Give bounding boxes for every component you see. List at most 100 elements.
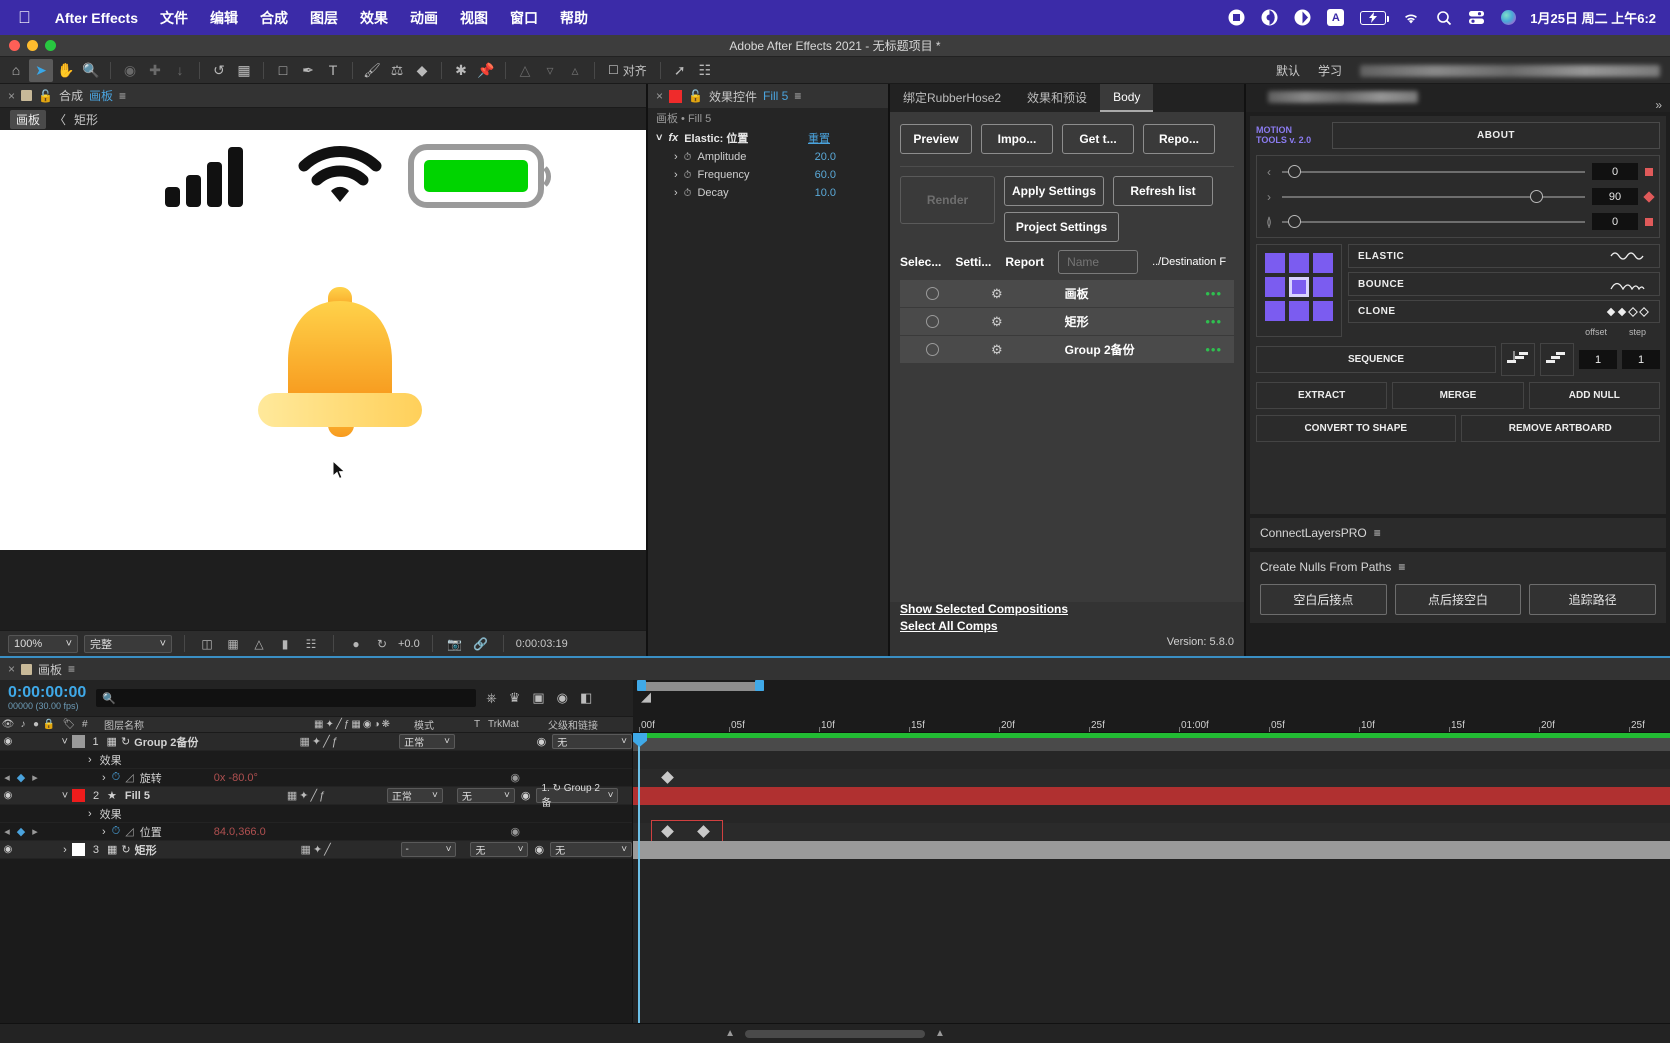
rotate-tool-icon[interactable]: ↺: [207, 59, 231, 82]
anchor-point-tool-icon[interactable]: ▦: [232, 59, 256, 82]
breadcrumb-child[interactable]: 矩形: [74, 111, 98, 128]
layer-switches[interactable]: ▦✦╱ƒ: [300, 735, 400, 748]
property-value[interactable]: 60.0: [815, 169, 888, 181]
layer-row-1[interactable]: ◉ ˅ 1 ▦ ↻ Group 2备份 ▦✦╱ƒ 正常 ˅ ◉ 无 ˅: [0, 733, 632, 751]
column-report[interactable]: Report: [1005, 255, 1044, 269]
import-button[interactable]: Impo...: [981, 124, 1053, 154]
zoom-select[interactable]: 100% ˅: [8, 634, 78, 653]
expand-chevron-icon[interactable]: ˅: [58, 790, 72, 802]
property-value[interactable]: 84.0,366.0: [214, 826, 266, 838]
menu-item-help[interactable]: 帮助: [549, 8, 599, 28]
connect-layers-title-row[interactable]: ConnectLayersPRO ≡: [1260, 526, 1656, 540]
align-toggle[interactable]: ☐ 对齐: [602, 62, 653, 79]
convert-to-shape-button[interactable]: CONVERT TO SHAPE: [1256, 415, 1456, 442]
blend-mode-select[interactable]: 正常 ˅: [399, 734, 455, 749]
clone-button[interactable]: CLONE: [1348, 300, 1660, 323]
align-left-icon[interactable]: ‹: [1263, 165, 1275, 179]
dolly-camera-tool-icon[interactable]: ↓: [168, 59, 192, 82]
list-item[interactable]: ⚙ Group 2备份 •••: [900, 336, 1234, 364]
menu-item-file[interactable]: 文件: [149, 8, 199, 28]
anchor-cell-tc[interactable]: [1289, 253, 1309, 273]
tab-rubberhose[interactable]: 绑定RubberHose2: [890, 83, 1014, 112]
blend-mode-select[interactable]: 正常 ˅: [386, 788, 443, 803]
column-select[interactable]: Selec...: [900, 255, 941, 269]
panel-menu-icon[interactable]: ≡: [1398, 560, 1405, 574]
layer-1-row-bg[interactable]: [633, 738, 1670, 751]
prev-keyframe-icon[interactable]: ◂: [0, 825, 14, 838]
timeline-tab-name[interactable]: 画板: [38, 661, 62, 678]
stopwatch-icon[interactable]: ⏱: [684, 170, 692, 181]
workspace-learn[interactable]: 学习: [1318, 62, 1342, 79]
graph-icon[interactable]: ◿: [120, 771, 133, 784]
reset-exposure-icon[interactable]: ↻: [372, 635, 392, 653]
layer-switches[interactable]: ▦✦╱: [301, 843, 401, 856]
layer-label-color[interactable]: [72, 789, 85, 802]
slider-knob[interactable]: [1288, 164, 1302, 178]
mask-c-icon[interactable]: ▵: [563, 59, 587, 82]
next-keyframe-icon[interactable]: ▸: [28, 771, 42, 784]
orbit-tool-icon[interactable]: ◉: [118, 59, 142, 82]
puppet-pin-icon[interactable]: 📌: [474, 59, 498, 82]
grid-guides-icon[interactable]: ☷: [693, 59, 717, 82]
exposure-value[interactable]: +0.0: [398, 638, 420, 650]
menu-item-animation[interactable]: 动画: [399, 8, 449, 28]
row-menu-icon[interactable]: •••: [1205, 342, 1222, 357]
frame-blending-icon[interactable]: ▣: [532, 690, 544, 706]
shape-tool-icon[interactable]: □: [271, 59, 295, 82]
get-template-button[interactable]: Get t...: [1062, 124, 1134, 154]
offset-value[interactable]: 1: [1579, 350, 1617, 369]
trkmat-select[interactable]: 无 ˅: [456, 788, 515, 803]
anchor-cell-tl[interactable]: [1265, 253, 1285, 273]
parent-select[interactable]: 1. ↻ Group 2备 ˅: [536, 783, 619, 809]
composition-canvas[interactable]: [0, 130, 646, 550]
column-settings[interactable]: Setti...: [955, 255, 991, 269]
work-area-end-handle[interactable]: [755, 680, 764, 691]
menu-item-window[interactable]: 窗口: [499, 8, 549, 28]
graph-editor-icon[interactable]: ◧: [580, 690, 592, 706]
video-toggle-icon[interactable]: ◉: [0, 736, 16, 747]
panel-menu-icon[interactable]: ≡: [794, 89, 801, 103]
transparency-grid-icon[interactable]: ▦: [223, 635, 243, 653]
wifi-icon[interactable]: [1394, 11, 1428, 25]
null-after-blank-button[interactable]: 空白后接点: [1260, 584, 1387, 615]
horizontal-scrollbar[interactable]: [745, 1029, 925, 1038]
menu-item-app[interactable]: After Effects: [44, 10, 149, 26]
video-toggle-icon[interactable]: ◉: [0, 790, 16, 801]
battery-charging-icon[interactable]: [1352, 10, 1394, 25]
stopwatch-icon[interactable]: ⏱: [684, 152, 692, 163]
label-icon[interactable]: 🏷: [56, 719, 82, 730]
slider-knob[interactable]: [1530, 189, 1544, 203]
sequence-button[interactable]: SEQUENCE: [1256, 346, 1496, 373]
layer-label-color[interactable]: [72, 843, 85, 856]
report-button[interactable]: Repo...: [1143, 124, 1215, 154]
anchor-cell-ml[interactable]: [1265, 277, 1285, 297]
audio-icon[interactable]: ♪: [16, 719, 30, 730]
create-nulls-title-row[interactable]: Create Nulls From Paths ≡: [1260, 560, 1656, 574]
layer-switches[interactable]: ▦✦╱ƒ: [287, 789, 387, 802]
zoom-tool-icon[interactable]: 🔍: [79, 59, 103, 82]
trkmat-select[interactable]: 无 ˅: [470, 842, 529, 857]
trace-path-button[interactable]: 追踪路径: [1529, 584, 1657, 615]
search-icon[interactable]: [1428, 10, 1460, 26]
elastic-button[interactable]: ELASTIC: [1348, 244, 1660, 268]
color-dot-icon[interactable]: [1645, 167, 1653, 176]
chevron-right-icon[interactable]: ›: [674, 151, 678, 163]
property-value[interactable]: 10.0: [815, 187, 888, 199]
reset-link[interactable]: 重置: [808, 130, 888, 146]
lock-icon[interactable]: 🔓: [38, 89, 53, 103]
timeline-track-area[interactable]: [633, 733, 1670, 1023]
stopwatch-icon[interactable]: ⏱: [684, 188, 692, 199]
chevron-down-icon[interactable]: ˅: [656, 132, 662, 144]
anchor-point-grid[interactable]: [1256, 244, 1342, 337]
panel-menu-icon[interactable]: ≡: [1374, 526, 1381, 540]
hide-shy-layers-icon[interactable]: ♛: [509, 690, 521, 706]
close-icon[interactable]: ×: [656, 89, 663, 103]
clone-stamp-tool-icon[interactable]: ⚖: [385, 59, 409, 82]
parent-pick-whip-icon[interactable]: ◉: [515, 789, 531, 802]
slider-value[interactable]: 0: [1592, 213, 1638, 230]
lock-icon[interactable]: 🔓: [688, 89, 703, 103]
resolution-select[interactable]: 完整 ˅: [84, 634, 172, 653]
mask-b-icon[interactable]: ▿: [538, 59, 562, 82]
slider-knob[interactable]: [1288, 214, 1302, 228]
chevron-right-icon[interactable]: ›: [674, 169, 678, 181]
